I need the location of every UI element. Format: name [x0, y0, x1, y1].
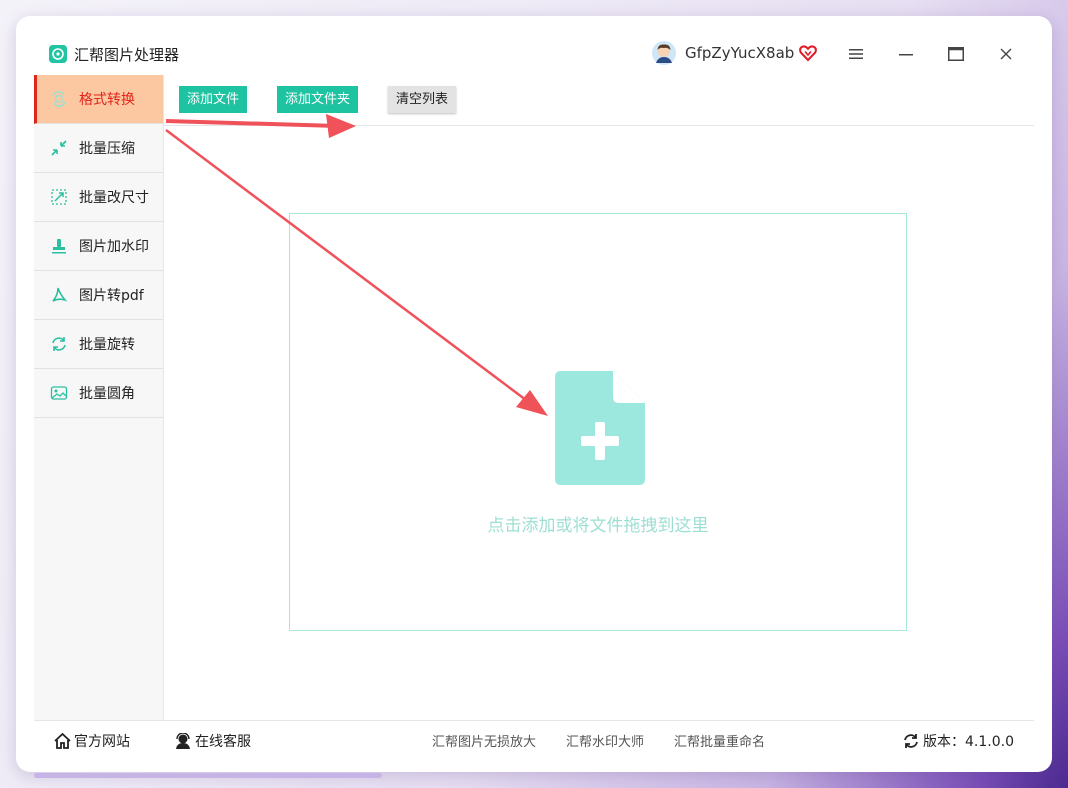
version-label: 版本：4.1.0.0: [923, 734, 1014, 750]
app-logo-icon: [49, 45, 67, 63]
rotate-icon: [52, 337, 66, 351]
clear-list-button[interactable]: 清空列表: [388, 86, 457, 113]
vip-heart-icon[interactable]: [799, 44, 817, 62]
avatar-icon[interactable]: [652, 41, 676, 65]
add-file-icon: [555, 371, 645, 485]
app-title: 汇帮图片处理器: [74, 46, 180, 64]
product-link-watermark[interactable]: 汇帮水印大师: [566, 731, 644, 750]
footer: 官方网站 在线客服 汇帮图片无损放大 汇帮水印大师 汇帮批量重命名 版本：4.1…: [34, 720, 1034, 757]
sidebar-item-format-convert[interactable]: 格式转换: [34, 75, 163, 124]
sidebar-item-label: 批量压缩: [79, 141, 135, 157]
add-file-button[interactable]: 添加文件: [179, 86, 248, 113]
app-window: 汇帮图片处理器 GfpZyYucX8ab 格式转换 批量压缩 批量改尺寸 图片加…: [16, 16, 1052, 772]
sidebar-item-resize[interactable]: 批量改尺寸: [34, 173, 163, 222]
toolbar: 添加文件 添加文件夹 清空列表: [164, 75, 1034, 126]
version-info[interactable]: 版本：4.1.0.0: [902, 731, 1014, 751]
customer-service-icon: [176, 733, 190, 749]
rounded-corner-icon: [50, 386, 68, 400]
horizontal-scrollbar[interactable]: [34, 773, 382, 778]
sidebar-item-to-pdf[interactable]: 图片转pdf: [34, 271, 163, 320]
hamburger-icon: [849, 49, 863, 59]
close-icon: [1000, 48, 1012, 60]
minimize-icon: [899, 54, 913, 56]
format-convert-icon: [52, 91, 66, 107]
online-service-label: 在线客服: [195, 734, 251, 750]
online-service-link[interactable]: 在线客服: [174, 731, 251, 751]
menu-button[interactable]: [842, 41, 870, 67]
sidebar-item-label: 图片转pdf: [79, 288, 144, 304]
dropzone-hint: 点击添加或将文件拖拽到这里: [487, 516, 709, 536]
sidebar-item-watermark[interactable]: 图片加水印: [34, 222, 163, 271]
product-link-rename[interactable]: 汇帮批量重命名: [674, 731, 765, 750]
close-button[interactable]: [992, 41, 1020, 67]
maximize-icon: [948, 47, 964, 61]
sidebar-item-rotate[interactable]: 批量旋转: [34, 320, 163, 369]
minimize-button[interactable]: [892, 41, 920, 67]
sidebar-item-label: 批量改尺寸: [79, 190, 149, 206]
home-icon: [54, 733, 71, 749]
sidebar: 格式转换 批量压缩 批量改尺寸 图片加水印 图片转pdf 批量旋转 批量圆角: [34, 75, 164, 720]
sidebar-item-label: 批量旋转: [79, 337, 135, 353]
pdf-icon: [52, 287, 68, 302]
resize-icon: [51, 189, 67, 205]
sidebar-item-rounded-corner[interactable]: 批量圆角: [34, 369, 163, 418]
compress-icon: [51, 140, 67, 156]
refresh-icon: [904, 734, 918, 748]
add-folder-button[interactable]: 添加文件夹: [277, 86, 359, 113]
sidebar-item-label: 格式转换: [79, 92, 135, 108]
official-site-label: 官方网站: [74, 734, 130, 750]
sidebar-item-compress[interactable]: 批量压缩: [34, 124, 163, 173]
official-site-link[interactable]: 官方网站: [54, 731, 130, 751]
maximize-button[interactable]: [942, 41, 970, 67]
watermark-icon: [52, 239, 66, 254]
file-dropzone[interactable]: 点击添加或将文件拖拽到这里: [289, 213, 907, 631]
sidebar-item-label: 批量圆角: [79, 386, 135, 402]
sidebar-item-label: 图片加水印: [79, 239, 149, 255]
username[interactable]: GfpZyYucX8ab: [685, 44, 794, 62]
product-link-upscale[interactable]: 汇帮图片无损放大: [432, 731, 536, 750]
